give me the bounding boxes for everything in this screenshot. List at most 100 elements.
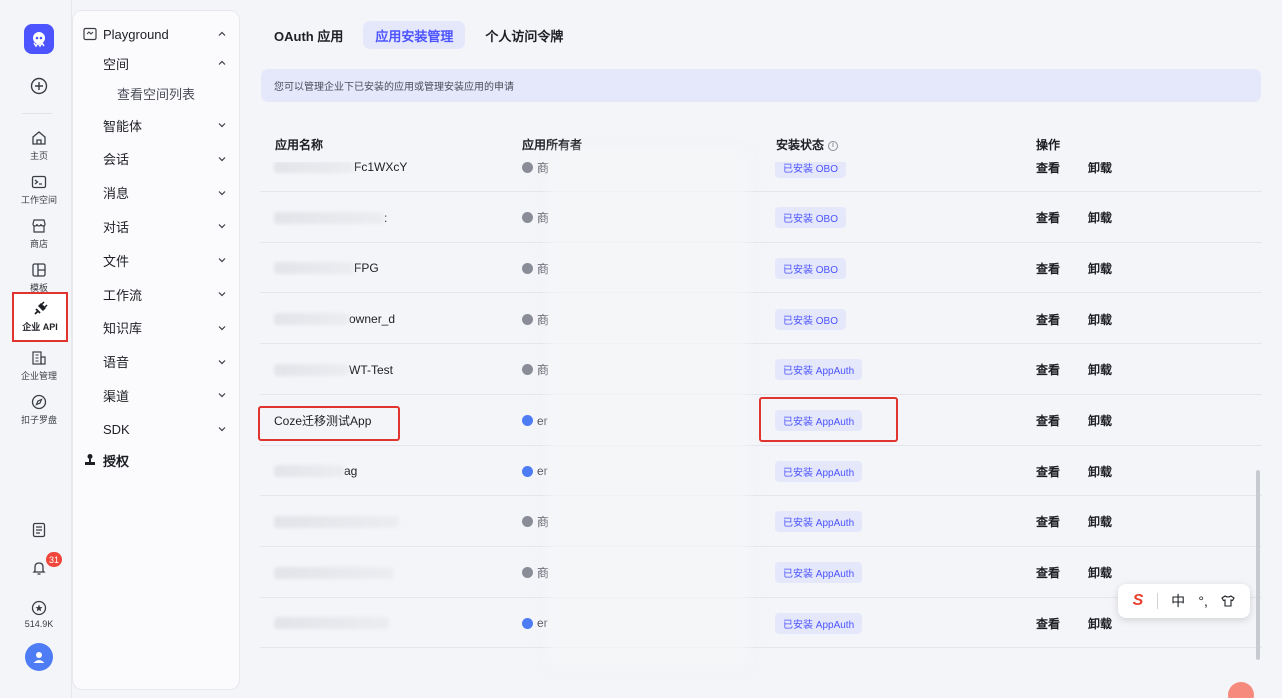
tab-personal-access-token[interactable]: 个人访问令牌 [473, 21, 575, 49]
owner-avatar-icon [522, 465, 533, 477]
user-icon [33, 652, 45, 663]
shirt-icon[interactable] [1221, 594, 1236, 608]
docs-button[interactable] [14, 520, 64, 540]
nav-playground[interactable]: Playground [73, 19, 239, 49]
stars-button[interactable]: 514.9K [14, 596, 64, 632]
nav-item[interactable]: 对话 [73, 211, 239, 241]
home-icon [32, 131, 46, 145]
status-cell: 已安装 OBO [775, 243, 847, 293]
sogou-logo-icon[interactable]: S [1133, 592, 1144, 610]
ime-punct-toggle[interactable]: °, [1198, 593, 1208, 609]
status-cell: 已安装 AppAuth [775, 497, 863, 547]
view-button[interactable]: 查看 [1036, 615, 1060, 632]
nav-item[interactable]: 工作流 [73, 279, 239, 309]
uninstall-button[interactable]: 卸载 [1088, 260, 1112, 277]
actions-cell: 查看 卸载 [1036, 497, 1140, 547]
ime-toolbar: S 中 °, [1118, 584, 1250, 618]
redacted-text [274, 211, 384, 224]
view-button[interactable]: 查看 [1036, 361, 1060, 378]
view-button[interactable]: 查看 [1036, 209, 1060, 226]
owner-avatar-icon [522, 617, 533, 629]
rail-item-enterprise-manage[interactable]: 企业管理 [14, 348, 64, 384]
table-row: WT-Test 商已安装 AppAuth 查看 卸载 [260, 345, 1262, 395]
nav-item[interactable]: 文件 [73, 245, 239, 275]
uninstall-button[interactable]: 卸载 [1088, 513, 1112, 530]
uninstall-button[interactable]: 卸载 [1088, 412, 1112, 429]
actions-cell: 查看 卸载 [1036, 193, 1140, 243]
nav-item-label: 文件 [103, 253, 130, 269]
rail-item-store[interactable]: 商店 [14, 216, 64, 252]
info-icon[interactable]: i [828, 140, 839, 151]
highlight-box-enterprise-api [12, 292, 68, 342]
view-button[interactable]: 查看 [1036, 412, 1060, 429]
nav-item[interactable]: 智能体 [73, 110, 239, 140]
view-button[interactable]: 查看 [1036, 260, 1060, 277]
nav-space[interactable]: 空间 [73, 48, 239, 78]
app-name: WT-Test [349, 362, 393, 377]
redacted-text [274, 313, 349, 326]
col-header-app-name: 应用名称 [275, 138, 324, 152]
view-button[interactable]: 查看 [1036, 311, 1060, 328]
rail-label: 企业管理 [20, 371, 57, 381]
nav-space-list[interactable]: 查看空间列表 [73, 78, 239, 108]
table-row: owner_d 商已安装 OBO 查看 卸载 [260, 294, 1262, 345]
nav-item[interactable]: 消息 [73, 178, 239, 208]
highlight-box-status [759, 397, 898, 442]
nav-item-label: 知识库 [103, 321, 143, 337]
ime-lang-toggle[interactable]: 中 [1171, 591, 1185, 611]
rail-item-template[interactable]: 模板 [14, 260, 64, 296]
user-avatar[interactable] [25, 643, 53, 671]
nav-auth[interactable]: 授权 [73, 445, 239, 475]
chevron-up-icon [218, 31, 226, 36]
tab-oauth-apps[interactable]: OAuth 应用 [262, 21, 355, 49]
nav-item[interactable]: 知识库 [73, 313, 239, 343]
compass-icon [31, 394, 47, 410]
view-button[interactable]: 查看 [1036, 463, 1060, 480]
view-button[interactable]: 查看 [1036, 564, 1060, 581]
actions-cell: 查看 卸载 [1036, 345, 1140, 395]
rail-item-home[interactable]: 主页 [14, 128, 64, 164]
table-row: er 已安装 AppAuth 查看 卸载 [260, 598, 1262, 649]
uninstall-button[interactable]: 卸载 [1088, 463, 1112, 480]
nav-item-label: 语音 [103, 355, 130, 371]
rail-item-compass[interactable]: 扣子罗盘 [14, 392, 64, 428]
tab-app-install-manage[interactable]: 应用安装管理 [363, 21, 466, 49]
app-name: FPG [354, 261, 379, 276]
uninstall-button[interactable]: 卸载 [1088, 209, 1112, 226]
terminal-icon [31, 175, 47, 189]
nav-item[interactable]: 会话 [73, 144, 239, 174]
uninstall-button[interactable]: 卸载 [1088, 564, 1112, 581]
app-name-cell [274, 497, 504, 547]
actions-cell: 查看 卸载 [1036, 243, 1140, 293]
rail-label: 扣子罗盘 [20, 415, 57, 425]
rail-item-workspace[interactable]: 工作空间 [14, 172, 64, 208]
chevron-down-icon [218, 224, 226, 229]
nav-item[interactable]: SDK [73, 414, 239, 444]
status-cell: 已安装 OBO [775, 193, 847, 243]
create-button[interactable] [14, 76, 64, 96]
uninstall-button[interactable]: 卸载 [1088, 311, 1112, 328]
nav-auth-label: 授权 [103, 453, 130, 469]
status-badge: 已安装 AppAuth [775, 460, 863, 482]
nav-item[interactable]: 渠道 [73, 380, 239, 410]
uninstall-button[interactable]: 卸载 [1088, 615, 1112, 632]
uninstall-button[interactable]: 卸载 [1088, 361, 1112, 378]
view-button[interactable]: 查看 [1036, 162, 1060, 176]
status-badge: 已安装 OBO [775, 308, 847, 330]
redacted-text [274, 617, 389, 630]
coze-logo-icon[interactable] [24, 24, 54, 54]
col-header-status-label: 安装状态 [776, 138, 825, 152]
nav-item[interactable]: 语音 [73, 347, 239, 377]
app-name-cell: FPG [274, 243, 504, 293]
stamp-icon [85, 454, 95, 465]
table-scrollbar[interactable] [1256, 470, 1260, 660]
view-button[interactable]: 查看 [1036, 513, 1060, 530]
status-badge: 已安装 AppAuth [775, 359, 863, 381]
owner-avatar-icon [522, 313, 533, 325]
actions-cell: 查看 卸载 [1036, 446, 1140, 496]
chevron-down-icon [218, 292, 226, 297]
chevron-down-icon [218, 258, 226, 263]
uninstall-button[interactable]: 卸载 [1088, 162, 1112, 176]
status-cell: 已安装 OBO [775, 294, 847, 344]
chevron-down-icon [218, 156, 226, 162]
